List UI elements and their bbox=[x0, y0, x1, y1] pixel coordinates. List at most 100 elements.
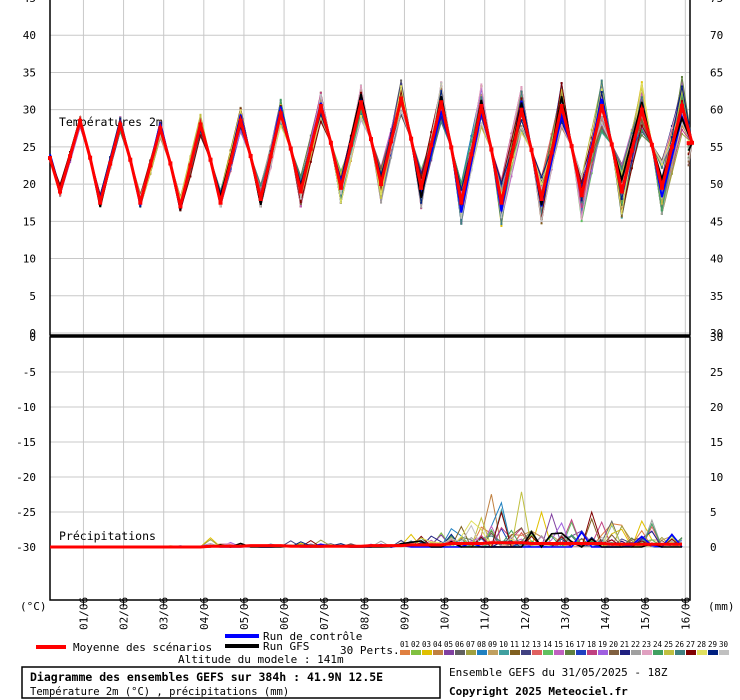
temp-member-point bbox=[480, 96, 483, 99]
member-legend-swatch bbox=[609, 650, 619, 655]
temp-member-point bbox=[299, 205, 302, 208]
precip-left-tick: 0 bbox=[29, 331, 36, 344]
precipitation-panel: 0 30 -5 25 -10 20 -15 15 -20 10 -25 5 -30 0 Précipitat… bbox=[16, 331, 723, 601]
member-legend-number: 16 bbox=[565, 640, 575, 649]
precip-left-tick: -25 bbox=[16, 506, 36, 519]
member-legend-number: 18 bbox=[587, 640, 597, 649]
member-legend-swatch bbox=[433, 650, 443, 655]
temp-mean-point bbox=[348, 143, 353, 148]
temp-mean-point bbox=[419, 185, 424, 190]
member-legend-swatch bbox=[576, 650, 586, 655]
temp-member-point bbox=[480, 83, 483, 86]
temp-member-point bbox=[540, 222, 543, 225]
temp-mean-point bbox=[238, 118, 243, 123]
temp-member-point bbox=[470, 140, 473, 143]
member-legend-number: 20 bbox=[609, 640, 619, 649]
member-legend-number: 02 bbox=[411, 640, 420, 649]
member-legend-number: 06 bbox=[455, 640, 465, 649]
temp-mean-point bbox=[218, 200, 223, 205]
temp-mean-point bbox=[459, 200, 464, 205]
temp-member-point bbox=[420, 206, 423, 209]
member-legend-number: 01 bbox=[400, 640, 409, 649]
temp-member-point bbox=[580, 181, 583, 184]
temp-mean-point bbox=[669, 144, 674, 149]
member-legend-number: 23 bbox=[642, 640, 651, 649]
temp-mean-point bbox=[48, 156, 52, 161]
temp-member-point bbox=[680, 85, 683, 88]
temp-member-point bbox=[670, 165, 673, 168]
temp-mean-point bbox=[499, 200, 504, 205]
member-legend-number: 08 bbox=[477, 640, 487, 649]
temperature-panel-label: Températures 2m bbox=[59, 115, 163, 129]
temp-frame bbox=[49, 0, 691, 336]
chart-subtitle: Température 2m (°C) , précipitations (mm… bbox=[30, 686, 289, 698]
temp-mean-point bbox=[118, 122, 123, 127]
temp-member-point bbox=[630, 159, 633, 162]
temp-mean-point bbox=[128, 157, 133, 162]
temp-right-tick: 45 bbox=[710, 215, 723, 228]
temp-mean-point bbox=[148, 163, 153, 168]
member-legend-number: 24 bbox=[653, 640, 663, 649]
temp-member-point bbox=[359, 85, 362, 88]
member-legend-swatch bbox=[697, 650, 707, 655]
temp-mean-point bbox=[659, 185, 664, 190]
temp-mean-point bbox=[479, 103, 484, 108]
temp-mean-point bbox=[198, 122, 203, 127]
temp-mean-point bbox=[579, 193, 584, 198]
temp-member-point bbox=[259, 184, 262, 187]
temp-member-point bbox=[319, 93, 322, 96]
member-legend-number: 21 bbox=[620, 640, 629, 649]
member-legend-swatch bbox=[719, 650, 729, 655]
temp-member-point bbox=[279, 124, 282, 127]
temp-member-point bbox=[600, 129, 603, 132]
temp-member-point bbox=[660, 166, 663, 169]
date-label: 09/06 bbox=[398, 597, 411, 630]
temp-member-point bbox=[680, 75, 683, 78]
date-label: 11/06 bbox=[479, 597, 492, 630]
member-legend-swatch bbox=[400, 650, 410, 655]
member-legend-number: 11 bbox=[510, 640, 519, 649]
temp-member-point bbox=[520, 86, 523, 89]
member-legend-swatch bbox=[686, 650, 696, 655]
temp-mean-point bbox=[569, 144, 574, 149]
temp-mean-point bbox=[539, 197, 544, 201]
temp-member-point bbox=[520, 90, 523, 93]
temp-member-point bbox=[580, 217, 583, 220]
temp-member-point bbox=[510, 139, 513, 142]
temp-member-point bbox=[640, 96, 643, 99]
temp-mean-point bbox=[138, 200, 143, 205]
date-label: 02/06 bbox=[118, 597, 131, 630]
temp-member-point bbox=[299, 201, 302, 204]
temp-mean-point bbox=[298, 189, 303, 194]
temp-mean-point bbox=[609, 142, 614, 147]
temp-mean-point bbox=[58, 189, 63, 194]
member-legend-swatch bbox=[631, 650, 641, 655]
precip-right-tick: 10 bbox=[710, 471, 723, 484]
temp-mean-point bbox=[519, 107, 524, 112]
precipitation-panel-label: Précipitations bbox=[59, 529, 156, 543]
member-legend-number: 22 bbox=[631, 640, 640, 649]
temp-member-point bbox=[279, 98, 282, 101]
temp-mean-point bbox=[98, 200, 103, 205]
member-legend-number: 09 bbox=[488, 640, 497, 649]
temp-mean-point bbox=[686, 141, 691, 146]
temp-left-tick: 35 bbox=[23, 66, 36, 79]
member-legend-swatch bbox=[444, 650, 454, 655]
temp-member-point bbox=[620, 167, 623, 170]
temp-mean-point bbox=[389, 139, 394, 144]
temp-member-point bbox=[420, 201, 423, 204]
temp-right-tick: 65 bbox=[710, 66, 723, 79]
temp-member-point bbox=[139, 205, 142, 208]
member-legend-swatch bbox=[565, 650, 575, 655]
member-legend-swatch bbox=[510, 650, 520, 655]
member-legend-number: 29 bbox=[708, 640, 717, 649]
temp-member-point bbox=[640, 121, 643, 124]
precip-right-tick: 0 bbox=[710, 541, 717, 554]
temp-member-point bbox=[687, 164, 690, 167]
temp-mean-point bbox=[328, 140, 333, 145]
date-label: 16/06 bbox=[679, 597, 692, 630]
temp-member-point bbox=[390, 156, 393, 159]
temp-mean-point bbox=[599, 103, 604, 108]
member-legend-swatch bbox=[477, 650, 487, 655]
temp-left-tick: 20 bbox=[23, 178, 36, 191]
